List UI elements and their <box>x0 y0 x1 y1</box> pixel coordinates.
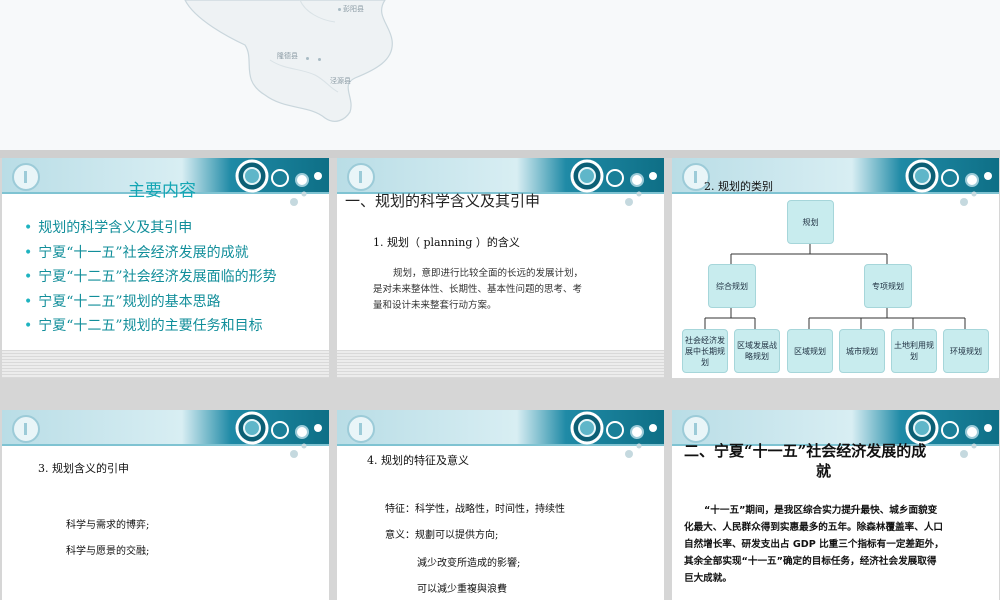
slide-title: 一、规划的科学含义及其引申 <box>345 192 541 210</box>
meaning-sub-line: 可以減少重複與浪費 <box>417 584 507 595</box>
meaning-sub-line: 減少改变所造成的影響; <box>417 558 521 569</box>
slide-thumbnail-6[interactable]: 二、宁夏“十一五”社会经济发展的成 就 “十一五”期间，是我区综合实力提升最快、… <box>672 410 999 600</box>
map-region: 彭阳县 隆德县 泾源县 <box>0 0 1000 150</box>
body-line: 科学与愿景的交融; <box>66 546 150 557</box>
chart-node-leaf: 环境规划 <box>943 329 989 373</box>
map-outline <box>184 0 393 122</box>
slide-title-continued: 就 <box>816 462 832 480</box>
map-dot <box>338 8 341 11</box>
slide-body: “十一五”期间，是我区综合实力提升最快、城乡面貌变 化最大、人民群众得到实惠最多… <box>684 502 996 587</box>
contents-list: 规划的科学含义及其引申 宁夏“十一五”社会经济发展的成就 宁夏“十二五”社会经济… <box>24 216 277 339</box>
body-line: 科学与需求的博弈; <box>66 520 150 531</box>
list-item: 宁夏“十二五”社会经济发展面临的形势 <box>24 265 276 290</box>
slide-subtitle: 1. 规划（ planning ）的含义 <box>373 236 520 249</box>
map-dot <box>318 58 321 61</box>
slide-thumbnail-4[interactable]: 3. 规划含义的引申 科学与需求的博弈; 科学与愿景的交融; <box>2 410 329 600</box>
list-item: 宁夏“十二五”规划的主要任务和目标 <box>24 314 277 339</box>
chart-node-comprehensive: 综合规划 <box>708 264 756 308</box>
body-line: 巨大成就。 <box>684 573 732 584</box>
chart-node-leaf: 区域规划 <box>787 329 833 373</box>
body-line: “十一五”期间，是我区综合实力提升最快、城乡面貌变 <box>704 505 938 516</box>
chart-node-leaf: 社会经济发展中长期规划 <box>682 329 728 373</box>
body-line: 量和设计未来整套行动方案。 <box>373 300 497 311</box>
slide-footer-band <box>337 350 664 378</box>
feature-line: 特征：科学性，战略性，时间性，持续性 <box>385 504 565 515</box>
divider-strip <box>0 150 1000 158</box>
slide-thumbnail-1[interactable]: 主要内容 规划的科学含义及其引申 宁夏“十一五”社会经济发展的成就 宁夏“十二五… <box>2 158 329 378</box>
slide-thumbnail-2[interactable]: 一、规划的科学含义及其引申 1. 规划（ planning ）的含义 规划，意即… <box>337 158 664 378</box>
chart-node-leaf: 土地利用规划 <box>891 329 937 373</box>
body-line: 自然增长率、研发支出占 GDP 比重三个指标有一定差距外， <box>684 539 944 550</box>
body-line: 其余全部实现“十一五”确定的目标任务，经济社会发展取得 <box>684 556 937 567</box>
body-line: 规划，意即进行比较全面的长远的发展计划， <box>393 268 584 279</box>
body-line: 化最大、人民群众得到实惠最多的五年。除森林覆盖率、人口 <box>684 522 944 533</box>
slide-header-decoration <box>337 410 664 458</box>
map-label-longde: 隆德县 <box>277 52 298 60</box>
slide-thumbnail-3[interactable]: 2. 规划的类别 规划 综合规划 专项规划 社会经济发展中长期规划 区域发展战略… <box>672 158 999 378</box>
chart-node-root: 规划 <box>787 200 834 244</box>
body-line: 是对未来整体性、长期性、基本性问题的思考、考 <box>373 284 583 295</box>
map-label-jingyuan: 泾源县 <box>330 77 351 85</box>
slide-footer-band <box>2 350 329 378</box>
slide-title: 二、宁夏“十一五”社会经济发展的成 <box>684 442 927 460</box>
slide-title: 主要内容 <box>128 181 196 201</box>
slide-title: 4. 规划的特征及意义 <box>367 454 469 467</box>
map-label-pengyang: 彭阳县 <box>343 5 364 13</box>
list-item: 规划的科学含义及其引申 <box>24 216 277 241</box>
map-dot <box>306 57 309 60</box>
chart-node-leaf: 区域发展战略规划 <box>734 329 780 373</box>
chart-node-special: 专项规划 <box>864 264 912 308</box>
slide-header-decoration <box>2 410 329 458</box>
list-item: 宁夏“十一五”社会经济发展的成就 <box>24 241 277 266</box>
slide-title: 3. 规划含义的引申 <box>38 462 129 475</box>
slide-thumbnail-5[interactable]: 4. 规划的特征及意义 特征：科学性，战略性，时间性，持续性 意义：规劃可以提供… <box>337 410 664 600</box>
list-item: 宁夏“十二五”规划的基本思路 <box>24 290 277 315</box>
chart-node-leaf: 城市规划 <box>839 329 885 373</box>
meaning-line: 意义：规劃可以提供方向; <box>385 530 499 541</box>
slide-body: 规划，意即进行比较全面的长远的发展计划， 是对未来整体性、长期性、基本性问题的思… <box>373 266 583 314</box>
